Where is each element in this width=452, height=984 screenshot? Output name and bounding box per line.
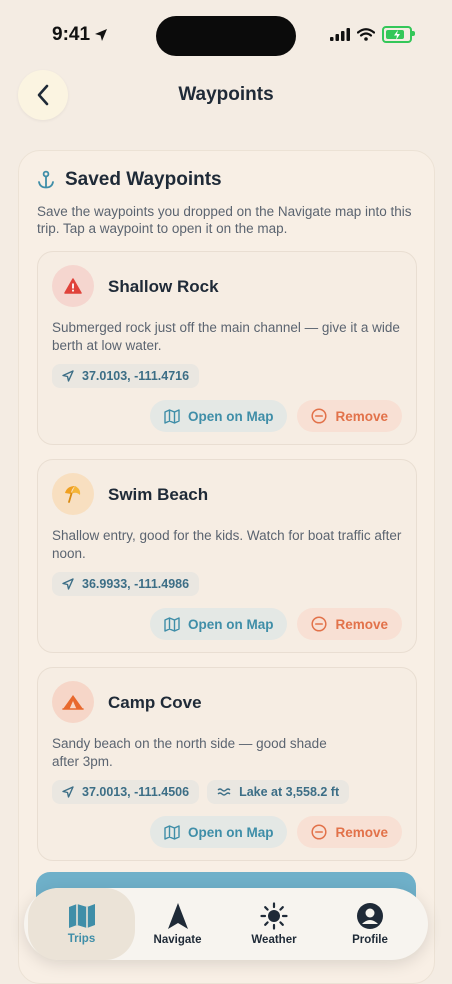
- navigation-arrow-icon: [167, 903, 188, 929]
- warning-icon: [64, 278, 82, 294]
- elevation-text: Lake at 3,558.2 ft: [239, 785, 340, 799]
- map-icon: [164, 408, 180, 424]
- waypoint-card[interactable]: Swim Beach Shallow entry, good for the k…: [37, 459, 417, 653]
- waypoint-card[interactable]: Shallow Rock Submerged rock just off the…: [37, 251, 417, 445]
- signal-icon: [330, 28, 350, 41]
- waypoint-name: Swim Beach: [108, 485, 209, 504]
- open-on-map-button[interactable]: Open on Map: [149, 608, 288, 640]
- tab-profile[interactable]: Profile: [328, 888, 412, 960]
- card-actions: Open on Map Remove: [149, 608, 402, 640]
- coordinates-text: 36.9933, -111.4986: [82, 577, 190, 591]
- panel-header: Saved Waypoints: [37, 169, 222, 191]
- tab-label: Profile: [352, 934, 388, 946]
- waypoint-icon-badge: [52, 265, 94, 307]
- waypoint-name: Shallow Rock: [108, 277, 219, 296]
- wifi-icon: [357, 28, 375, 41]
- status-time: 9:41: [52, 24, 108, 46]
- remove-label: Remove: [335, 408, 388, 424]
- water-waves-icon: [217, 788, 231, 796]
- dynamic-island: [156, 16, 296, 56]
- status-icons: [330, 26, 415, 43]
- open-on-map-button[interactable]: Open on Map: [149, 400, 288, 432]
- coordinates-text: 37.0013, -111.4506: [82, 785, 190, 799]
- tab-label: Weather: [251, 934, 297, 946]
- tab-label: Navigate: [153, 934, 202, 946]
- remove-label: Remove: [335, 616, 388, 632]
- card-actions: Open on Map Remove: [149, 816, 402, 848]
- navigation-arrow-icon: [62, 578, 74, 590]
- map-icon: [68, 904, 95, 928]
- chip-row: 37.0013, -111.4506 Lake at 3,558.2 ft: [52, 780, 350, 804]
- map-icon: [164, 824, 180, 840]
- chip-row: 36.9933, -111.4986: [52, 572, 200, 596]
- coordinates-chip: 36.9933, -111.4986: [52, 572, 200, 596]
- tab-bar: Trips Navigate Weather Profile: [24, 888, 428, 960]
- saved-waypoints-panel: Saved Waypoints Save the waypoints you d…: [18, 150, 435, 984]
- remove-button[interactable]: Remove: [297, 816, 402, 848]
- remove-button[interactable]: Remove: [297, 400, 402, 432]
- waypoint-card[interactable]: Camp Cove Sandy beach on the north side …: [37, 667, 417, 861]
- coordinates-text: 37.0103, -111.4716: [82, 369, 190, 383]
- remove-button[interactable]: Remove: [297, 608, 402, 640]
- card-actions: Open on Map Remove: [149, 400, 402, 432]
- page-title: Waypoints: [178, 84, 274, 105]
- tab-navigate[interactable]: Navigate: [135, 888, 220, 960]
- battery-icon: [382, 26, 415, 43]
- person-icon: [357, 903, 383, 929]
- chip-row: 37.0103, -111.4716: [52, 364, 200, 388]
- open-on-map-label: Open on Map: [187, 824, 274, 840]
- minus-circle-icon: [311, 824, 328, 840]
- remove-label: Remove: [335, 824, 388, 840]
- tab-weather[interactable]: Weather: [228, 888, 320, 960]
- minus-circle-icon: [311, 408, 328, 424]
- coordinates-chip: 37.0103, -111.4716: [52, 364, 200, 388]
- map-icon: [164, 616, 180, 632]
- beach-umbrella-icon: [65, 486, 81, 503]
- coordinates-chip: 37.0013, -111.4506: [52, 780, 200, 804]
- anchor-icon: [38, 170, 54, 189]
- waypoint-note: Submerged rock just off the main channel…: [52, 320, 400, 353]
- navigation-arrow-icon: [62, 370, 74, 382]
- minus-circle-icon: [311, 616, 328, 632]
- location-arrow-icon: [95, 29, 108, 41]
- waypoint-name: Camp Cove: [108, 693, 202, 712]
- tab-trips[interactable]: Trips: [28, 888, 135, 960]
- status-bar: 9:41: [0, 0, 452, 72]
- tab-label: Trips: [67, 933, 96, 945]
- waypoint-note: Sandy beach on the north side — good sha…: [52, 736, 327, 769]
- time-text: 9:41: [52, 24, 91, 45]
- panel-description: Save the waypoints you dropped on the Na…: [37, 204, 412, 236]
- open-on-map-label: Open on Map: [187, 408, 274, 424]
- open-on-map-button[interactable]: Open on Map: [149, 816, 288, 848]
- elevation-chip: Lake at 3,558.2 ft: [207, 780, 350, 804]
- open-on-map-label: Open on Map: [187, 616, 274, 632]
- waypoint-icon-badge: [52, 681, 94, 723]
- waypoint-icon-badge: [52, 473, 94, 515]
- panel-title: Saved Waypoints: [65, 169, 222, 190]
- tent-icon: [62, 695, 84, 710]
- waypoint-note: Shallow entry, good for the kids. Watch …: [52, 528, 402, 561]
- navigation-arrow-icon: [62, 786, 74, 798]
- sun-icon: [260, 902, 288, 930]
